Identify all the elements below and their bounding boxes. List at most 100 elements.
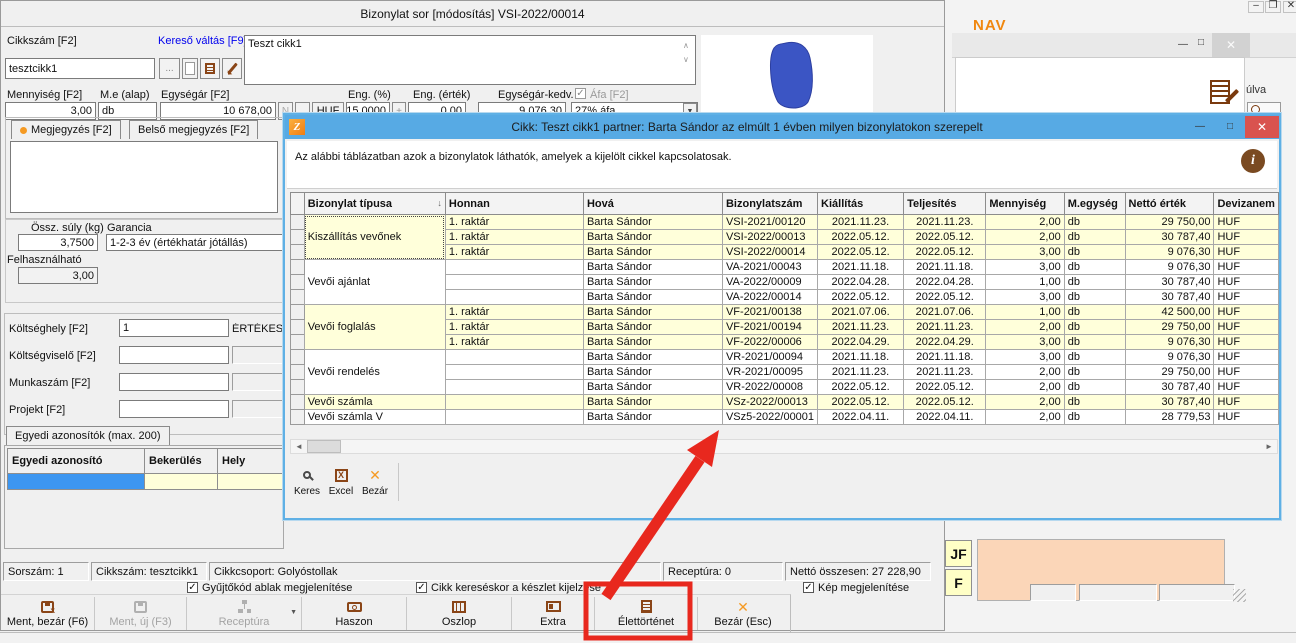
cell[interactable]: VR-2022/00008	[722, 380, 817, 395]
cell[interactable]: 1. raktár	[445, 215, 583, 230]
cell[interactable]: 30 787,40	[1125, 290, 1214, 305]
cell[interactable]: db	[1064, 245, 1125, 260]
column-header-devizanem[interactable]: Devizanem	[1214, 193, 1279, 215]
dialog-minimize-icon[interactable]: —	[1185, 116, 1215, 138]
table-row[interactable]: Kiszállítás vevőnek1. raktárBarta Sándor…	[291, 215, 1279, 230]
cell[interactable]: 2022.05.12.	[818, 290, 904, 305]
cell[interactable]: db	[1064, 350, 1125, 365]
egyedi-col-header[interactable]: Bekerülés	[145, 449, 218, 474]
cell[interactable]: 2022.04.29.	[818, 335, 904, 350]
cell[interactable]: 2022.04.11.	[818, 410, 904, 425]
cell[interactable]: 30 787,40	[1125, 275, 1214, 290]
cikk-kereses-checkbox[interactable]	[416, 582, 427, 593]
cell[interactable]: HUF	[1214, 245, 1279, 260]
cell[interactable]: Barta Sándor	[583, 410, 722, 425]
cell[interactable]: 1. raktár	[445, 320, 583, 335]
cikkszam-input[interactable]: tesztcikk1	[5, 58, 155, 79]
cell[interactable]: 1. raktár	[445, 305, 583, 320]
table-row[interactable]: Vevői rendelésBarta SándorVR-2021/000942…	[291, 350, 1279, 365]
cell[interactable]: 1. raktár	[445, 245, 583, 260]
row-selector[interactable]	[291, 290, 305, 305]
cell[interactable]: 3,00	[986, 350, 1064, 365]
cell[interactable]: db	[1064, 320, 1125, 335]
cell[interactable]: 30 787,40	[1125, 395, 1214, 410]
egyedi-table-row[interactable]	[8, 474, 286, 490]
column-header-m-egység[interactable]: M.egység	[1064, 193, 1125, 215]
cell[interactable]: 2021.11.23.	[818, 365, 904, 380]
cell[interactable]: VSI-2022/00014	[722, 245, 817, 260]
cell[interactable]: HUF	[1214, 275, 1279, 290]
cell[interactable]: Barta Sándor	[583, 230, 722, 245]
cell[interactable]: Barta Sándor	[583, 320, 722, 335]
group-cell-vevői-foglalás[interactable]: Vevői foglalás	[304, 305, 445, 350]
cell[interactable]	[445, 260, 583, 275]
cell[interactable]: VF-2021/00138	[722, 305, 817, 320]
cell[interactable]: 9 076,30	[1125, 245, 1214, 260]
cell[interactable]: VA-2022/00014	[722, 290, 817, 305]
munkaszam-input[interactable]	[119, 373, 229, 391]
cell[interactable]: Barta Sándor	[583, 245, 722, 260]
cell[interactable]: 29 750,00	[1125, 320, 1214, 335]
scrollbar-thumb[interactable]	[307, 440, 341, 453]
cell[interactable]: 30 787,40	[1125, 230, 1214, 245]
row-selector[interactable]	[291, 215, 305, 230]
row-selector[interactable]	[291, 335, 305, 350]
cell[interactable]: HUF	[1214, 230, 1279, 245]
cell[interactable]: HUF	[1214, 380, 1279, 395]
cell[interactable]: 2022.04.29.	[904, 335, 986, 350]
scroll-right-icon[interactable]: ►	[1261, 440, 1277, 453]
dialog-maximize-icon[interactable]: □	[1215, 116, 1245, 138]
group-cell-vevői-számla[interactable]: Vevői számla	[304, 395, 445, 410]
blank-page-button[interactable]	[182, 58, 198, 79]
tab-egyedi-azonositok[interactable]: Egyedi azonosítók (max. 200)	[6, 426, 170, 445]
cell[interactable]: HUF	[1214, 215, 1279, 230]
row-selector[interactable]	[291, 395, 305, 410]
cell[interactable]: 2022.05.12.	[904, 290, 986, 305]
cell[interactable]: 42 500,00	[1125, 305, 1214, 320]
cell[interactable]: db	[1064, 335, 1125, 350]
cell[interactable]: 1,00	[986, 305, 1064, 320]
horizontal-scrollbar[interactable]: ◄ ►	[290, 439, 1278, 454]
resize-grip[interactable]	[1233, 589, 1246, 602]
cell[interactable]: VSI-2021/00120	[722, 215, 817, 230]
cell[interactable]: Barta Sándor	[583, 260, 722, 275]
cell[interactable]: 28 779,53	[1125, 410, 1214, 425]
cell[interactable]: db	[1064, 305, 1125, 320]
cell[interactable]: HUF	[1214, 290, 1279, 305]
column-header-bizonylatszám[interactable]: Bizonylatszám	[722, 193, 817, 215]
cell[interactable]: VF-2022/00006	[722, 335, 817, 350]
group-cell-vevői-ajánlat[interactable]: Vevői ajánlat	[304, 260, 445, 305]
row-selector[interactable]	[291, 230, 305, 245]
cell[interactable]: VA-2021/00043	[722, 260, 817, 275]
cell[interactable]: 2,00	[986, 395, 1064, 410]
cell[interactable]: 3,00	[986, 245, 1064, 260]
row-selector[interactable]	[291, 245, 305, 260]
row-selector[interactable]	[291, 260, 305, 275]
group-cell-vevői-rendelés[interactable]: Vevői rendelés	[304, 350, 445, 395]
group-cell-vevői-számla-v[interactable]: Vevői számla V	[304, 410, 445, 425]
cell[interactable]: 29 750,00	[1125, 215, 1214, 230]
suly-input[interactable]: 3,7500	[18, 234, 98, 251]
cell[interactable]: db	[1064, 290, 1125, 305]
back-maximize-icon[interactable]: □	[1198, 38, 1204, 48]
cell[interactable]: 2022.05.12.	[818, 245, 904, 260]
dialog-toolbar-button-bezár[interactable]: ✕Bezár	[358, 459, 392, 505]
column-header-bizonylat-típusa[interactable]: Bizonylat típusa↓	[304, 193, 445, 215]
dialog-toolbar-button-excel[interactable]: XExcel	[324, 459, 358, 505]
kep-checkbox[interactable]	[803, 582, 814, 593]
cell[interactable]: Barta Sándor	[583, 215, 722, 230]
app-restore-icon[interactable]: ❐	[1265, 1, 1281, 13]
cell[interactable]: 2021.07.06.	[818, 305, 904, 320]
cell[interactable]: 2021.11.18.	[904, 260, 986, 275]
edit-note-button[interactable]	[200, 58, 220, 79]
app-close-icon[interactable]: ✕	[1283, 1, 1296, 13]
column-header-honnan[interactable]: Honnan	[445, 193, 583, 215]
scroll-down-icon[interactable]: ∨	[683, 55, 689, 64]
cell[interactable]: 2022.04.28.	[818, 275, 904, 290]
dialog-close-button[interactable]: ✕	[1245, 116, 1279, 138]
cell[interactable]: HUF	[1214, 365, 1279, 380]
cell[interactable]	[445, 380, 583, 395]
column-header-hová[interactable]: Hová	[583, 193, 722, 215]
cell[interactable]: 2021.11.18.	[818, 260, 904, 275]
table-row[interactable]: Vevői ajánlatBarta SándorVA-2021/0004320…	[291, 260, 1279, 275]
